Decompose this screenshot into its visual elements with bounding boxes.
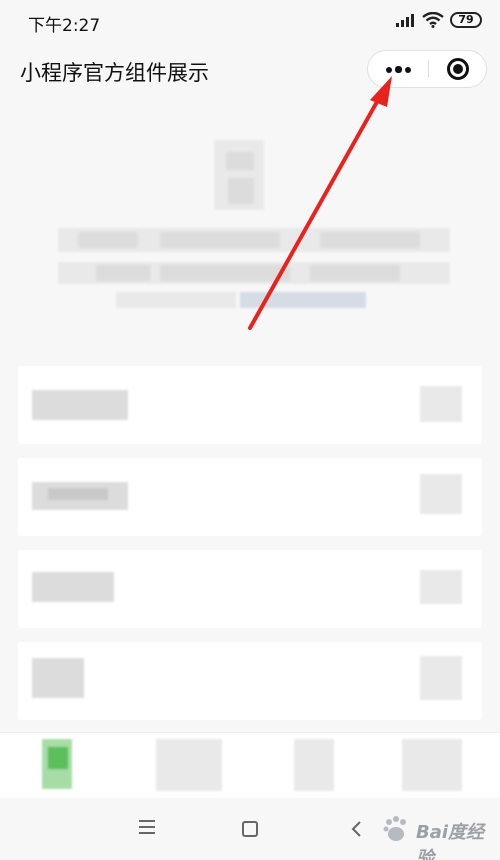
tab-item[interactable] <box>156 739 222 791</box>
list-item[interactable] <box>18 642 482 720</box>
close-circle-icon[interactable] <box>428 51 488 87</box>
signal-icon <box>396 13 416 27</box>
watermark-text: Bai度经验 <box>416 822 485 860</box>
more-dots-icon[interactable] <box>368 51 428 87</box>
home-icon[interactable] <box>242 821 258 837</box>
status-time: 下午2:27 <box>28 16 101 36</box>
paw-logo-icon <box>383 816 406 841</box>
capsule-menu <box>367 50 487 88</box>
tab-bar <box>0 732 500 798</box>
menu-icon[interactable] <box>139 820 155 834</box>
list-item[interactable] <box>18 458 482 536</box>
tab-item[interactable] <box>402 739 462 791</box>
tab-item[interactable] <box>294 739 334 791</box>
page-title: 小程序官方组件展示 <box>20 61 209 85</box>
wifi-icon <box>422 12 444 28</box>
battery-icon: 79 <box>450 12 482 28</box>
watermark: Bai度经验 <box>380 812 496 860</box>
list-item[interactable] <box>18 366 482 444</box>
nav-bar: 小程序官方组件展示 <box>0 42 500 98</box>
status-bar: 下午2:27 79 <box>0 0 500 42</box>
back-icon[interactable] <box>349 820 363 838</box>
list-item[interactable] <box>18 550 482 628</box>
